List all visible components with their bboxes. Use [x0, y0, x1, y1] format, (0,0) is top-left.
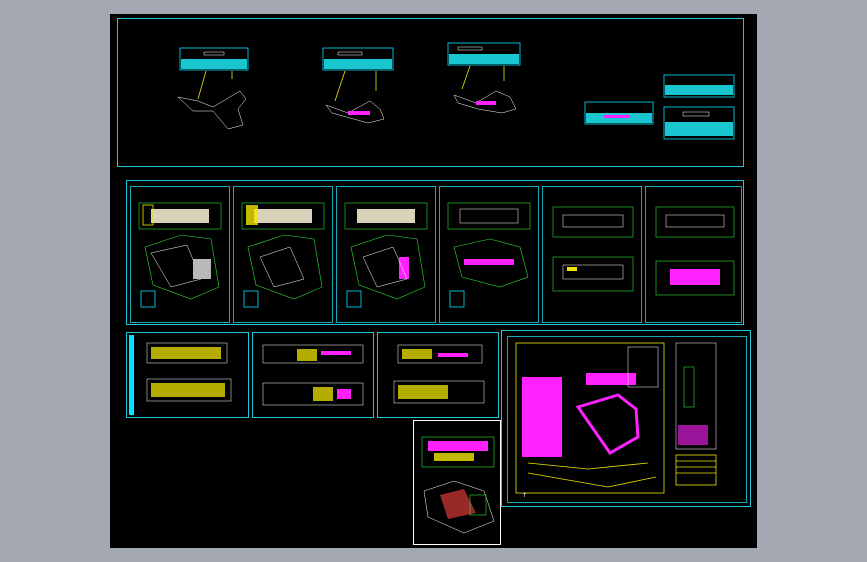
stair-detail-sheet[interactable] [413, 420, 501, 545]
floor-plan-sheet-2[interactable] [233, 186, 333, 323]
cad-model-space[interactable]: ↑ [110, 14, 757, 548]
elevation-sheet-3[interactable] [377, 332, 499, 418]
detail-drawings [177, 42, 735, 140]
floor-plan-2-drawing [241, 202, 325, 308]
elevation-3-drawing [393, 344, 485, 404]
floor-plan-4-drawing [447, 202, 531, 308]
floor-plan-3-drawing [344, 202, 428, 308]
elevation-2-drawing [262, 344, 364, 406]
elevation-sheet-2[interactable] [252, 332, 374, 418]
floor-plan-sheet-6[interactable] [645, 186, 742, 323]
floor-plan-1-drawing [138, 202, 222, 308]
floor-plan-5-drawing [552, 206, 634, 292]
floor-plan-6-drawing [655, 206, 735, 296]
floor-plan-sheet-4[interactable] [439, 186, 539, 323]
elevation-1-drawing [129, 335, 232, 415]
elevation-sheet-1[interactable] [126, 332, 249, 418]
site-plan-sheet[interactable]: ↑ [501, 330, 751, 507]
detail-sheet[interactable] [117, 18, 744, 167]
floor-plan-sheet-5[interactable] [542, 186, 642, 323]
site-plan-drawing [515, 342, 717, 494]
site-plan-inner-frame: ↑ [507, 336, 747, 503]
floor-plan-sheet-3[interactable] [336, 186, 436, 323]
stair-detail-drawing [421, 436, 495, 534]
floor-plan-sheet-1[interactable] [130, 186, 230, 323]
north-arrow-icon: ↑ [522, 492, 528, 499]
plans-frame[interactable] [126, 180, 744, 325]
